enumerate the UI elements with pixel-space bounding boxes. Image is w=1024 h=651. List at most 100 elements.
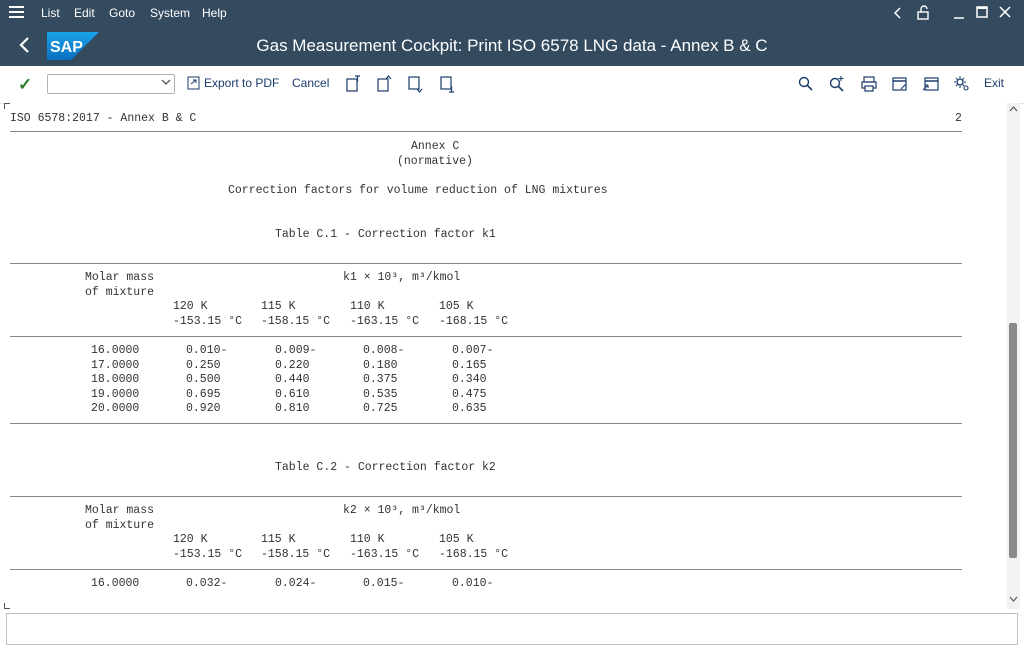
export-to-pdf-button[interactable]: Export to PDF (187, 76, 279, 90)
molar-mass-cell: 16.0000 (91, 344, 140, 357)
table-rule (10, 569, 962, 570)
molar-mass-cell: 18.0000 (91, 373, 140, 387)
factor-cell: 0.920 (186, 402, 221, 416)
factor-cell: 0.010- (452, 577, 494, 590)
scrollbar-thumb[interactable] (1009, 323, 1017, 558)
table-caption: Table C.2 - Correction factor k2 (275, 461, 496, 474)
factor-cell: 0.810 (275, 402, 310, 416)
vertical-scrollbar[interactable] (1007, 103, 1020, 609)
lock-icon[interactable] (917, 5, 931, 20)
menu-system[interactable]: System (150, 6, 190, 20)
report-list: ISO 6578:2017 - Annex B & C 2 Annex C (n… (4, 103, 1008, 609)
column-celsius: -168.15 °C (439, 315, 509, 328)
menu-bar: List Edit Goto System Help (0, 0, 1024, 26)
factor-cell: 0.165 (452, 358, 487, 372)
menu-list[interactable]: List (41, 6, 60, 20)
factor-cell: 0.610 (275, 387, 310, 401)
factor-cell: 0.375 (363, 373, 398, 387)
row-label: Molar mass (85, 271, 155, 284)
factor-cell: 0.635 (452, 402, 487, 416)
report-header: ISO 6578:2017 - Annex B & C (10, 112, 197, 125)
next-page-icon[interactable] (406, 75, 424, 93)
new-window-icon[interactable] (891, 75, 909, 93)
export-icon (187, 76, 200, 90)
row-label: of mixture (85, 519, 155, 532)
molar-mass-cell: 16.0000 (91, 577, 140, 590)
scroll-down-icon[interactable] (1009, 595, 1018, 603)
search-next-icon[interactable] (828, 75, 846, 93)
minimize-icon[interactable] (953, 6, 965, 20)
command-field-select[interactable] (47, 74, 175, 94)
table-rule (10, 496, 962, 497)
factor-cell: 0.015- (363, 577, 405, 590)
table-rule (10, 336, 962, 337)
column-kelvin: 105 K (439, 533, 474, 546)
factor-cell: 0.009- (275, 344, 317, 357)
factor-cell: 0.440 (275, 373, 310, 387)
previous-page-icon[interactable] (375, 75, 393, 93)
quantity-label: k1 × 10³, m³/kmol (343, 271, 461, 284)
search-icon[interactable] (797, 75, 815, 93)
factor-cell: 0.695 (186, 387, 221, 401)
factor-cell: 0.500 (186, 373, 221, 387)
header-divider (10, 131, 962, 132)
export-to-pdf-label: Export to PDF (204, 76, 280, 90)
column-celsius: -163.15 °C (350, 548, 420, 561)
factor-cell: 0.024- (275, 577, 317, 590)
collapse-left-icon[interactable] (893, 7, 903, 19)
corner-mark (4, 603, 10, 609)
page-title: Gas Measurement Cockpit: Print ISO 6578 … (256, 36, 768, 55)
first-page-icon[interactable] (344, 75, 362, 93)
title-bar: SAP Gas Measurement Cockpit: Print ISO 6… (0, 26, 1024, 66)
molar-mass-cell: 17.0000 (91, 358, 140, 372)
table-rule (10, 263, 962, 264)
menu-goto[interactable]: Goto (109, 6, 135, 20)
column-celsius: -153.15 °C (173, 315, 243, 328)
factor-cell: 0.340 (452, 373, 487, 387)
close-icon[interactable] (999, 6, 1011, 18)
column-kelvin: 115 K (261, 533, 296, 546)
page-number: 2 (955, 112, 962, 125)
hamburger-menu-icon[interactable] (9, 6, 24, 19)
factor-cell: 0.032- (186, 577, 228, 590)
exit-button[interactable]: Exit (984, 76, 1004, 90)
factor-cell: 0.010- (186, 344, 228, 357)
scroll-up-icon[interactable] (1009, 105, 1018, 113)
annex-title: Annex C (411, 140, 460, 153)
cancel-button[interactable]: Cancel (292, 76, 329, 90)
factor-cell: 0.725 (363, 402, 398, 416)
column-kelvin: 110 K (350, 300, 385, 313)
column-kelvin: 120 K (173, 533, 208, 546)
column-kelvin: 110 K (350, 533, 385, 546)
generate-shortcut-icon[interactable] (922, 75, 940, 93)
molar-mass-cell: 19.0000 (91, 387, 140, 401)
row-label: of mixture (85, 286, 155, 299)
factor-cell: 0.008- (363, 344, 405, 357)
column-celsius: -168.15 °C (439, 548, 509, 561)
table-caption: Table C.1 - Correction factor k1 (275, 228, 496, 241)
factor-cell: 0.007- (452, 344, 494, 357)
molar-mass-cell: 20.0000 (91, 402, 140, 416)
row-label: Molar mass (85, 504, 155, 517)
table-rule (10, 423, 962, 424)
menu-help[interactable]: Help (202, 6, 227, 20)
menu-edit[interactable]: Edit (74, 6, 95, 20)
confirm-check-icon[interactable]: ✓ (18, 75, 32, 95)
column-kelvin: 115 K (261, 300, 296, 313)
column-celsius: -158.15 °C (261, 548, 331, 561)
factor-cell: 0.180 (363, 358, 398, 372)
column-celsius: -158.15 °C (261, 315, 331, 328)
column-celsius: -163.15 °C (350, 315, 420, 328)
column-kelvin: 120 K (173, 300, 208, 313)
status-bar (6, 613, 1018, 645)
last-page-icon[interactable] (438, 75, 456, 93)
report-heading: Correction factors for volume reduction … (228, 184, 608, 197)
settings-icon[interactable] (953, 75, 971, 93)
chevron-down-icon (161, 79, 171, 85)
factor-cell: 0.535 (363, 387, 398, 401)
factor-cell: 0.250 (186, 358, 221, 372)
print-icon[interactable] (860, 75, 878, 93)
quantity-label: k2 × 10³, m³/kmol (343, 504, 461, 517)
maximize-icon[interactable] (976, 5, 989, 19)
corner-mark (4, 103, 10, 109)
